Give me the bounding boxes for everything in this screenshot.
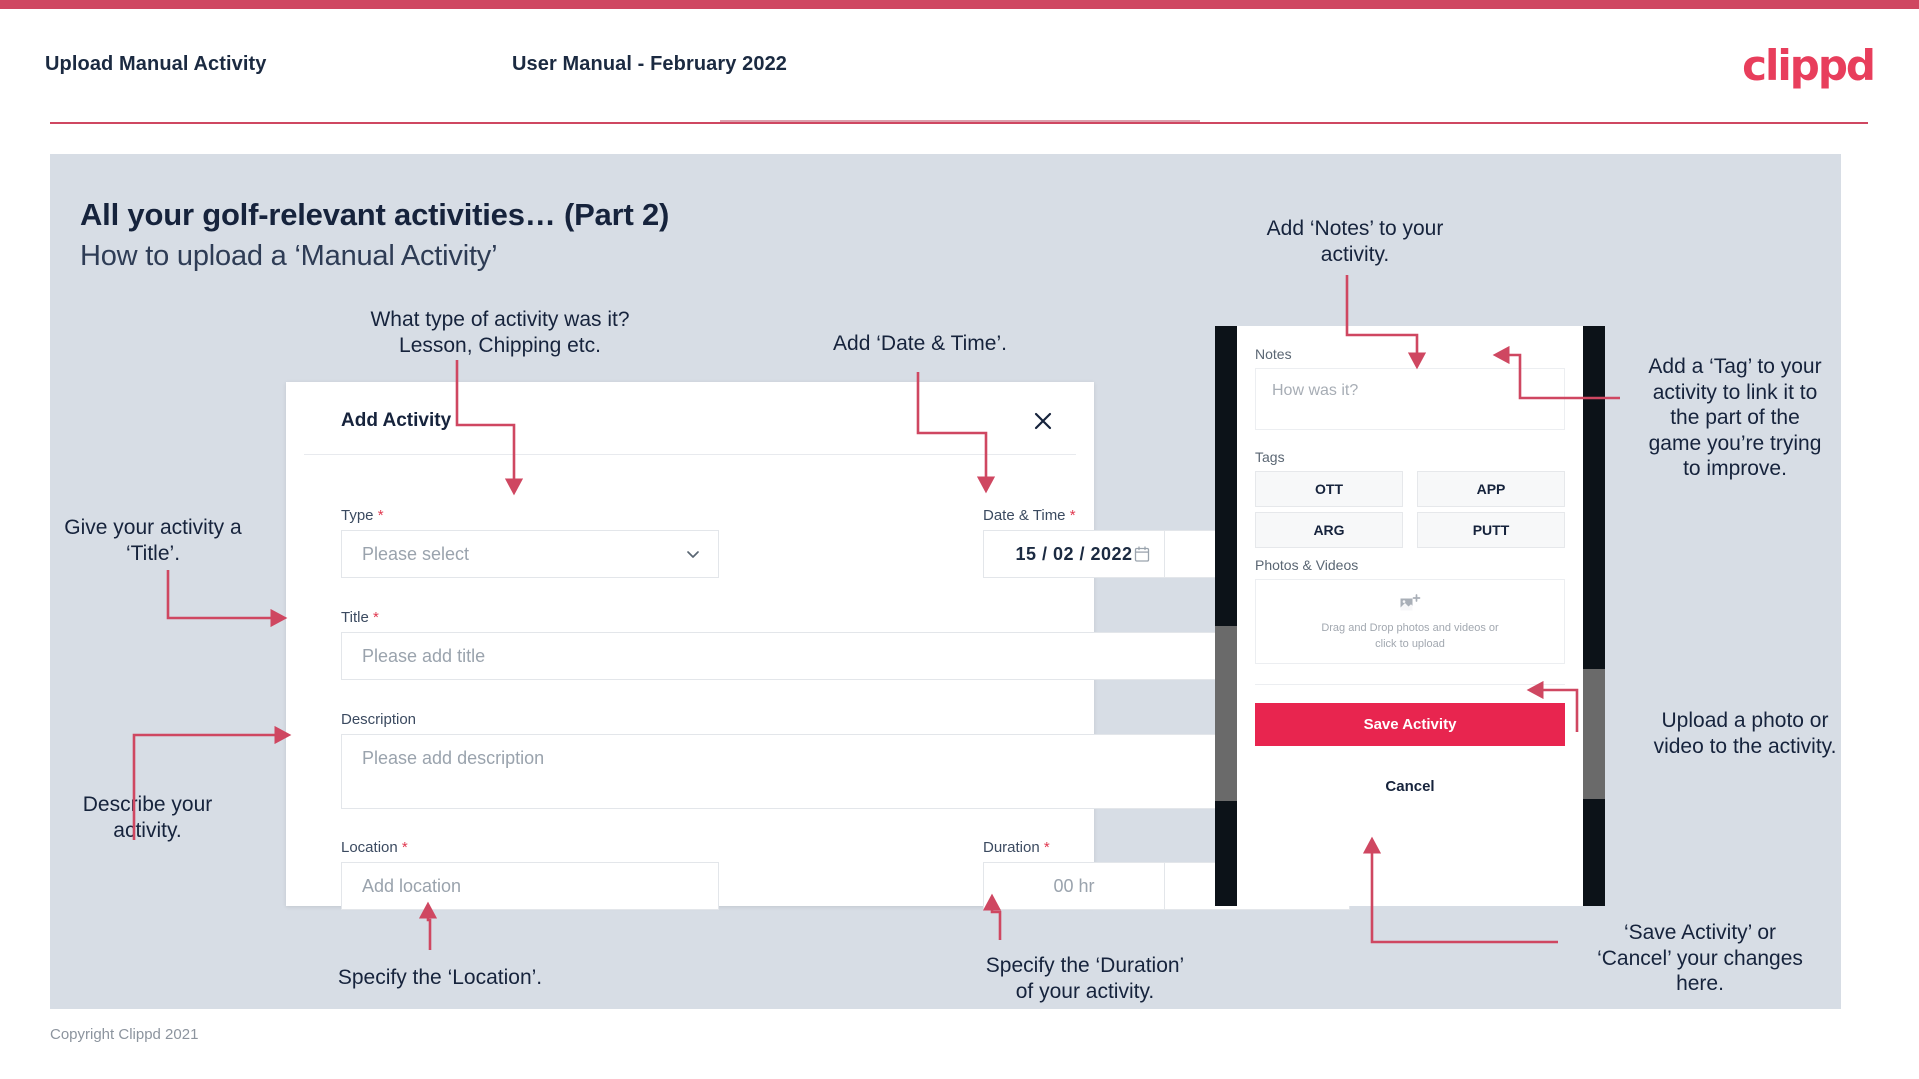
annotation-arrows	[132, 275, 1620, 950]
footer-copyright: Copyright Clippd 2021	[50, 1026, 199, 1043]
